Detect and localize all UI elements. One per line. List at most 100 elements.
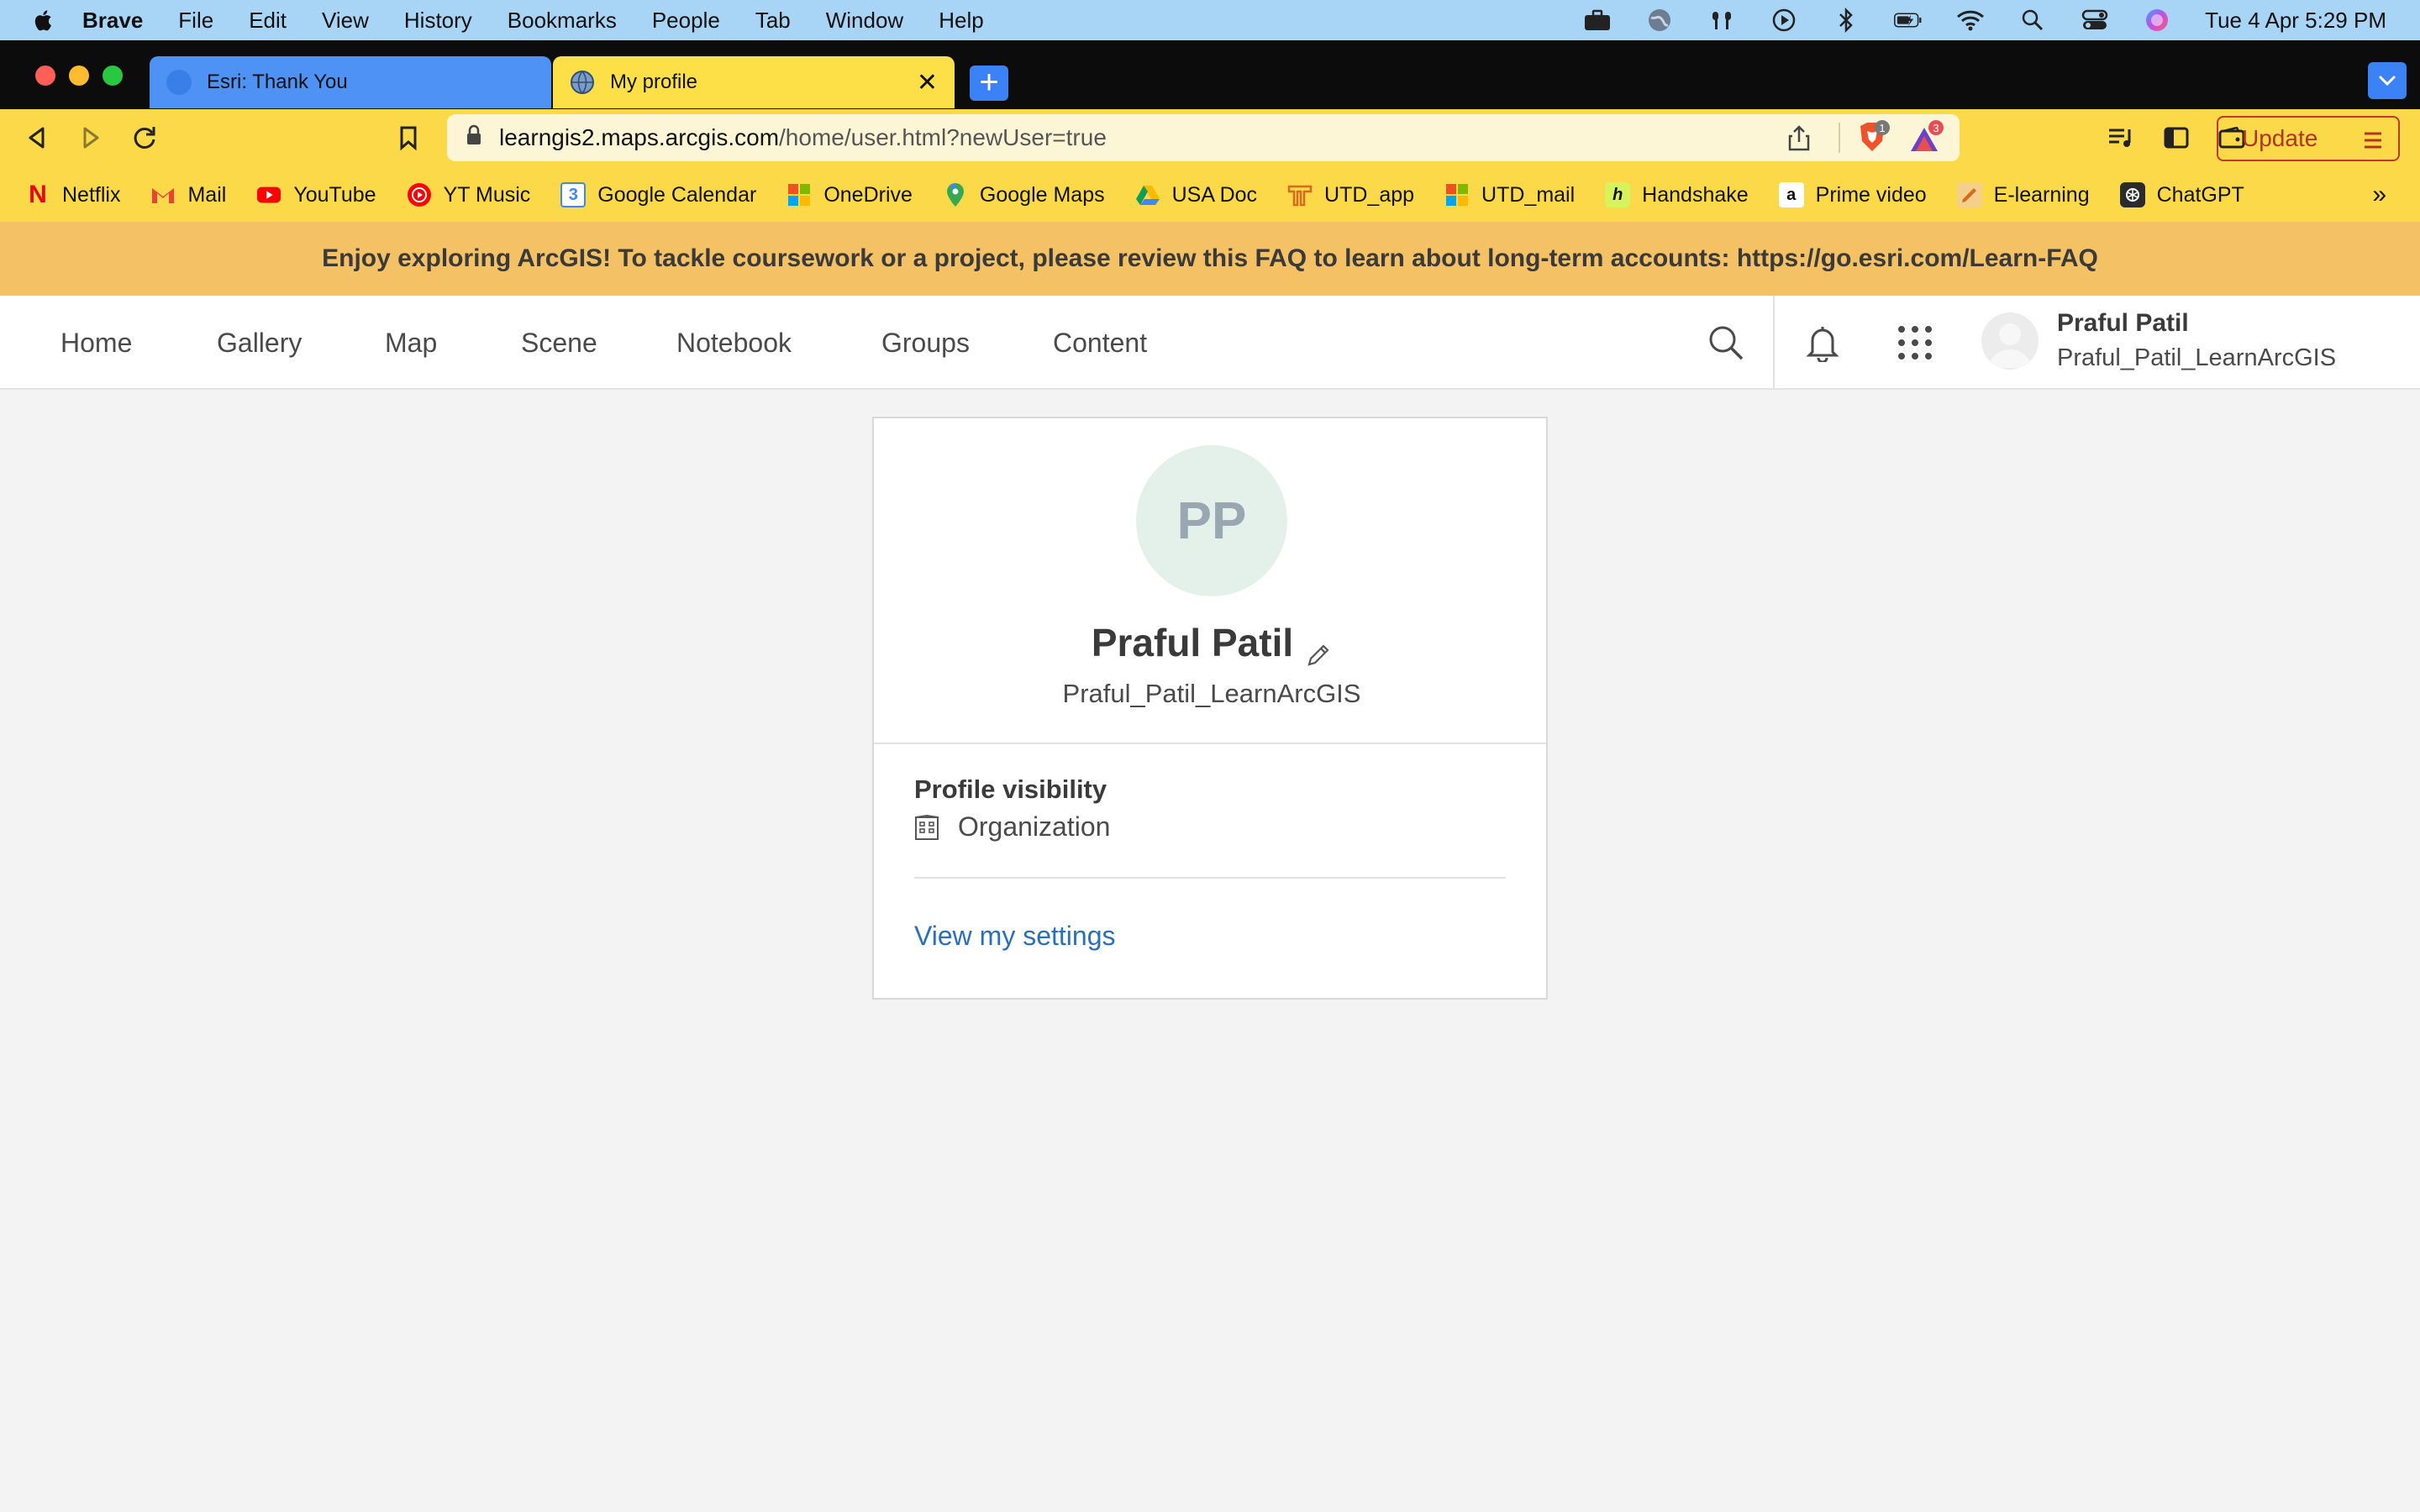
spotlight-search-icon[interactable] (2018, 8, 2047, 33)
url-divider (1839, 123, 1840, 153)
view-my-settings-link[interactable]: View my settings (914, 921, 1116, 952)
faq-banner: Enjoy exploring ArcGIS! To tackle course… (0, 222, 2420, 296)
share-icon[interactable] (1788, 124, 1810, 157)
banner-text[interactable]: Enjoy exploring ArcGIS! To tackle course… (322, 244, 2098, 273)
battery-icon[interactable] (1894, 8, 1923, 33)
nav-user-handle[interactable]: Praful_Patil_LearnArcGIS (2057, 344, 2336, 372)
youtube-icon (256, 182, 281, 207)
menubar-clock[interactable]: Tue 4 Apr 5:29 PM (2205, 8, 2386, 34)
bookmark-icon[interactable] (392, 121, 425, 155)
tab-esri-thank-you[interactable]: Esri: Thank You (150, 56, 551, 108)
globe-favicon-icon (570, 70, 595, 95)
address-bar[interactable]: learngis2.maps.arcgis.com/home/user.html… (447, 114, 1960, 161)
wifi-icon[interactable] (1956, 8, 1985, 33)
back-arrow-icon[interactable] (20, 121, 54, 155)
profile-visibility-value: Organization (914, 811, 1110, 843)
user-avatar[interactable] (1981, 312, 2039, 370)
apple-logo-icon[interactable] (34, 9, 52, 31)
vpn-globe-icon[interactable] (1645, 8, 1674, 33)
bookmark-prime-video[interactable]: a Prime video (1778, 182, 1927, 207)
nav-divider (1773, 296, 1775, 390)
organization-building-icon (914, 814, 939, 841)
chatgpt-icon (2119, 182, 2145, 207)
bookmark-netflix[interactable]: N Netflix (25, 181, 120, 208)
bookmarks-overflow-chevron-icon[interactable]: » (2372, 181, 2386, 209)
amazon-icon: a (1778, 182, 1804, 207)
menu-app-brave[interactable]: Brave (82, 8, 143, 34)
profile-visibility-heading: Profile visibility (914, 774, 1107, 804)
menu-bookmarks[interactable]: Bookmarks (508, 8, 617, 34)
playlist-icon[interactable] (2104, 121, 2138, 155)
card-divider (874, 743, 1546, 744)
yt-music-icon (407, 182, 432, 207)
nav-home[interactable]: Home (60, 296, 132, 390)
nav-gallery[interactable]: Gallery (217, 296, 302, 390)
sidebar-toggle-icon[interactable] (2160, 121, 2193, 155)
bookmark-onedrive[interactable]: OneDrive (786, 182, 913, 207)
netflix-icon: N (29, 181, 47, 208)
tab-my-profile[interactable]: My profile ✕ (553, 56, 955, 108)
nav-notebook[interactable]: Notebook (676, 296, 792, 390)
bookmark-youtube[interactable]: YouTube (256, 182, 376, 207)
nav-user-name[interactable]: Praful Patil (2057, 309, 2189, 338)
bookmark-e-learning[interactable]: E-learning (1956, 182, 2090, 207)
control-center-icon[interactable] (2081, 8, 2109, 33)
now-playing-icon[interactable] (1770, 8, 1798, 33)
new-tab-button[interactable]: + (970, 66, 1008, 101)
bookmark-handshake[interactable]: h Handshake (1605, 182, 1749, 207)
url-domain: learngis2.maps.arcgis.com (499, 124, 780, 150)
menu-file[interactable]: File (178, 8, 213, 34)
nav-scene[interactable]: Scene (521, 296, 597, 390)
edit-pencil-icon[interactable] (1305, 633, 1332, 666)
tab-close-icon[interactable]: ✕ (917, 68, 938, 97)
menu-window[interactable]: Window (826, 8, 903, 34)
app-launcher-grid-icon[interactable] (1893, 321, 1937, 365)
nav-content[interactable]: Content (1053, 296, 1147, 390)
google-calendar-icon: 3 (560, 182, 587, 207)
menu-people[interactable]: People (652, 8, 720, 34)
url-path: /home/user.html?newUser=true (779, 124, 1107, 150)
airpods-icon[interactable] (1707, 8, 1736, 33)
menu-edit[interactable]: Edit (249, 8, 287, 34)
window-minimize-button[interactable] (69, 66, 89, 86)
bluetooth-icon[interactable] (1832, 8, 1860, 33)
bookmarks-bar: N Netflix Mail YouTube YT Music 3 Google C… (0, 168, 2420, 222)
reload-icon[interactable] (128, 121, 161, 155)
lock-icon[interactable] (466, 124, 482, 152)
browser-toolbar: learngis2.maps.arcgis.com/home/user.html… (0, 109, 2420, 168)
bookmark-google-maps[interactable]: Google Maps (943, 182, 1105, 207)
siri-icon[interactable] (2143, 8, 2171, 33)
menubar-status-area: Tue 4 Apr 5:29 PM (1583, 0, 2386, 40)
brave-shields-icon[interactable]: 1 (1855, 119, 1892, 162)
brave-rewards-icon[interactable]: 3 (1907, 119, 1946, 162)
menu-view[interactable]: View (322, 8, 369, 34)
menu-help[interactable]: Help (939, 8, 983, 34)
nav-groups[interactable]: Groups (881, 296, 970, 390)
menu-tab[interactable]: Tab (755, 8, 791, 34)
window-close-button[interactable] (35, 66, 55, 86)
search-icon[interactable] (1704, 321, 1748, 365)
bookmark-google-calendar[interactable]: 3 Google Calendar (560, 182, 756, 207)
profile-name: Praful Patil (1091, 621, 1294, 664)
nav-map[interactable]: Map (385, 296, 437, 390)
notifications-bell-icon[interactable] (1801, 321, 1844, 365)
bookmark-usa-doc[interactable]: USA Doc (1135, 182, 1257, 207)
bookmark-utd-app[interactable]: UTD_app (1287, 182, 1414, 207)
profile-username: Praful_Patil_LearnArcGIS (1062, 679, 1361, 708)
bookmark-utd-mail[interactable]: UTD_mail (1444, 182, 1575, 207)
bookmark-mail[interactable]: Mail (150, 182, 226, 207)
forward-arrow-icon[interactable] (74, 121, 108, 155)
hamburger-menu-icon (2363, 129, 2383, 156)
tab-search-chevron-icon[interactable] (2368, 62, 2407, 99)
google-maps-pin-icon (943, 182, 968, 207)
briefcase-icon[interactable] (1583, 8, 1612, 33)
window-zoom-button[interactable] (103, 66, 123, 86)
update-button[interactable]: Update (2217, 116, 2400, 161)
menu-history[interactable]: History (404, 8, 472, 34)
bookmark-chatgpt[interactable]: ChatGPT (2119, 182, 2244, 207)
handshake-icon: h (1605, 182, 1631, 207)
bookmark-yt-music[interactable]: YT Music (407, 182, 530, 207)
microsoft-logo-icon (786, 182, 812, 207)
svg-text:1: 1 (1879, 122, 1885, 134)
tab-title: Esri: Thank You (207, 71, 348, 93)
